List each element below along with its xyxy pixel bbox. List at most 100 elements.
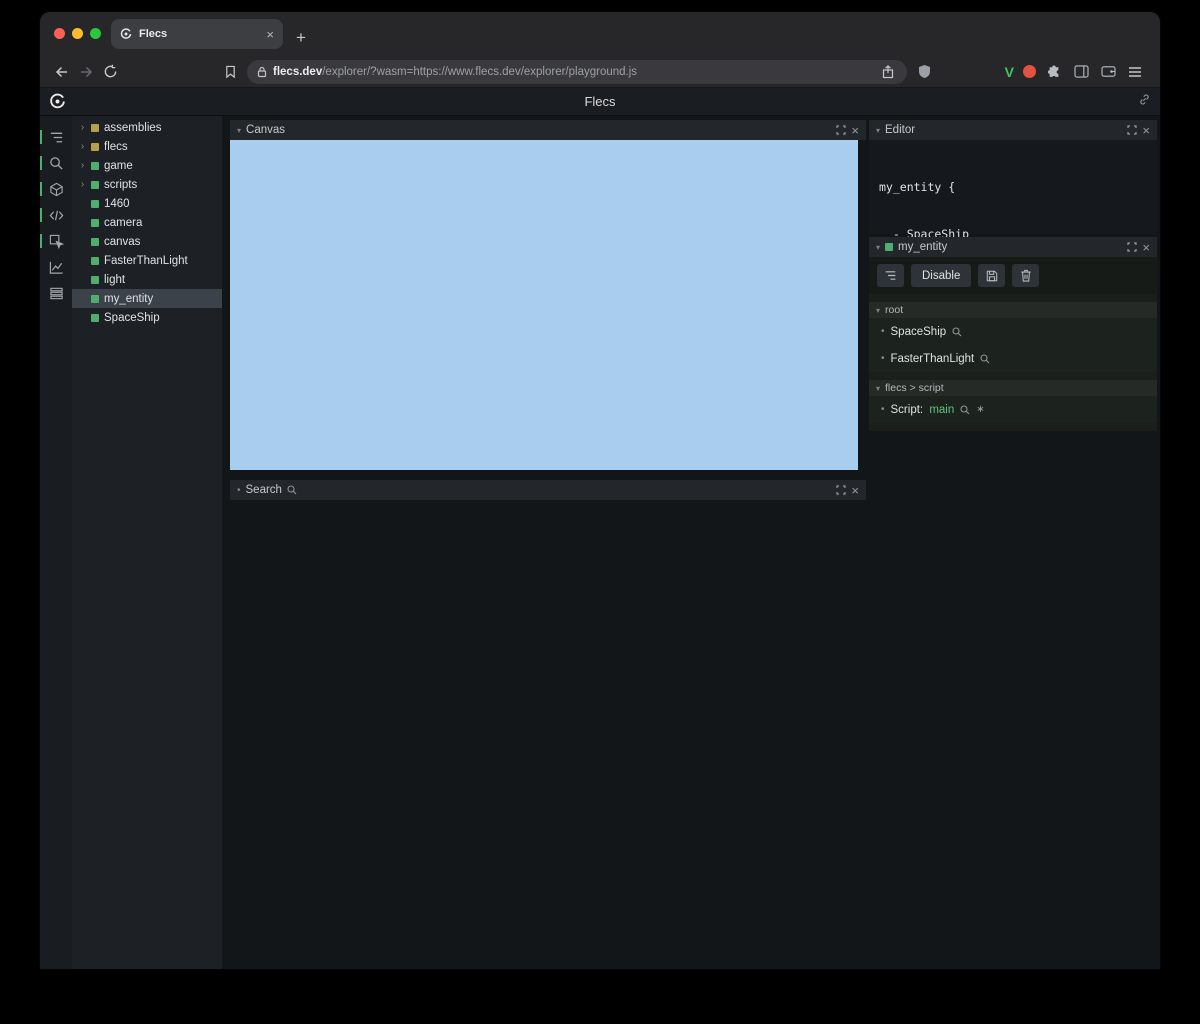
chevron-right-icon[interactable]: ›	[79, 179, 86, 190]
tree-item-spaceship[interactable]: SpaceShip	[72, 308, 222, 327]
page-title: Flecs	[584, 94, 616, 109]
search-icon[interactable]	[980, 353, 990, 364]
search-icon[interactable]	[952, 326, 962, 337]
search-panel: • Search ×	[230, 480, 866, 500]
tab-close-icon[interactable]: ×	[266, 28, 274, 41]
forward-button[interactable]	[74, 60, 98, 84]
bookmark-sidebar-icon[interactable]	[218, 60, 242, 84]
bullet-icon: •	[881, 404, 885, 415]
expand-icon[interactable]	[1127, 125, 1138, 135]
component-row-script-main[interactable]: • Script: main ∗	[869, 396, 1157, 423]
rail-code-button[interactable]	[40, 202, 72, 228]
rail-outline-tree-button[interactable]	[40, 124, 72, 150]
tree-item-label: 1460	[104, 197, 130, 210]
canvas-panel: ▾ Canvas ×	[230, 120, 866, 470]
tree-item-1460[interactable]: 1460	[72, 194, 222, 213]
url-text: flecs.dev/explorer/?wasm=https://www.fle…	[273, 66, 873, 78]
app-header: Flecs	[40, 88, 1160, 116]
component-label-prefix: Script:	[890, 403, 927, 416]
rail-queries-button[interactable]	[40, 280, 72, 306]
tree-item-fasterthanlight[interactable]: FasterThanLight	[72, 251, 222, 270]
tree-item-my-entity[interactable]: my_entity	[72, 289, 222, 308]
rail-search-button[interactable]	[40, 150, 72, 176]
entity-square-icon	[91, 199, 99, 208]
entity-square-icon	[91, 313, 99, 322]
expand-icon[interactable]	[836, 485, 847, 495]
zoom-window-button[interactable]	[90, 28, 101, 39]
red-extension-icon[interactable]	[1023, 65, 1036, 78]
menu-icon[interactable]	[1126, 60, 1144, 84]
tree-item-label: FasterThanLight	[104, 254, 188, 267]
bullet-icon: •	[237, 484, 241, 496]
close-window-button[interactable]	[54, 28, 65, 39]
chevron-down-icon[interactable]: ▾	[237, 126, 241, 135]
expand-icon[interactable]	[836, 125, 847, 135]
component-row-fasterthanlight[interactable]: • FasterThanLight	[869, 345, 1157, 372]
close-icon[interactable]: ×	[1142, 124, 1150, 137]
share-link-icon[interactable]	[1138, 93, 1151, 111]
extensions-puzzle-icon[interactable]	[1045, 60, 1063, 84]
entity-square-icon	[91, 180, 99, 189]
side-panel-icon[interactable]	[1072, 60, 1090, 84]
lock-icon	[257, 66, 267, 78]
section-header-flecs-script[interactable]: ▾ flecs > script	[869, 380, 1157, 396]
entity-square-icon	[91, 161, 99, 170]
tree-item-assemblies[interactable]: › assemblies	[72, 118, 222, 137]
wallet-icon[interactable]	[1099, 60, 1117, 84]
url-path: /explorer/?wasm=https://www.flecs.dev/ex…	[322, 65, 638, 78]
tree-item-camera[interactable]: camera	[72, 213, 222, 232]
chevron-right-icon[interactable]: ›	[79, 160, 86, 171]
browser-tab-flecs[interactable]: Flecs ×	[111, 19, 283, 49]
tree-item-label: SpaceShip	[104, 311, 160, 324]
active-indicator	[40, 182, 42, 196]
rail-inspect-button[interactable]	[40, 228, 72, 254]
tree-item-label: scripts	[104, 178, 138, 191]
search-icon[interactable]	[960, 404, 970, 415]
script-editor[interactable]: my_entity { - SpaceShip - FasterThanLigh…	[869, 140, 1157, 334]
expand-icon[interactable]	[1127, 242, 1138, 252]
rail-entities-button[interactable]	[40, 176, 72, 202]
share-icon[interactable]	[879, 60, 897, 84]
tree-item-canvas[interactable]: canvas	[72, 232, 222, 251]
back-button[interactable]	[50, 60, 74, 84]
reload-button[interactable]	[98, 60, 122, 84]
disable-button[interactable]: Disable	[911, 264, 972, 287]
tree-item-game[interactable]: › game	[72, 156, 222, 175]
section-header-root[interactable]: ▾ root	[869, 302, 1157, 318]
search-panel-header[interactable]: • Search ×	[230, 480, 866, 500]
inspector-content: Disable ▾ root • SpaceShip • FasterThanL…	[869, 257, 1157, 431]
panel-title: Canvas	[246, 124, 286, 136]
rail-stats-button[interactable]	[40, 254, 72, 280]
tree-item-light[interactable]: light	[72, 270, 222, 289]
component-row-spaceship[interactable]: • SpaceShip	[869, 318, 1157, 345]
entity-square-icon	[885, 243, 894, 251]
component-label: SpaceShip	[890, 325, 947, 338]
component-label-value: main	[929, 403, 955, 416]
chevron-down-icon[interactable]: ▾	[876, 126, 880, 135]
close-icon[interactable]: ×	[851, 484, 859, 497]
new-tab-button[interactable]: +	[296, 28, 306, 48]
module-square-icon	[91, 142, 99, 151]
canvas-panel-header: ▾ Canvas ×	[230, 120, 866, 140]
vue-devtools-extension-icon[interactable]: V	[1005, 64, 1014, 80]
tree-item-label: camera	[104, 216, 143, 229]
render-canvas[interactable]	[230, 140, 858, 470]
chevron-down-icon[interactable]: ▾	[876, 243, 880, 252]
shield-icon[interactable]	[912, 60, 936, 84]
tree-item-flecs[interactable]: › flecs	[72, 137, 222, 156]
bullet-icon: •	[881, 353, 885, 364]
inspector-panel-header: ▾ my_entity ×	[869, 237, 1157, 257]
close-icon[interactable]: ×	[1142, 241, 1150, 254]
delete-button[interactable]	[1012, 264, 1040, 287]
address-bar[interactable]: flecs.dev/explorer/?wasm=https://www.fle…	[247, 59, 907, 84]
close-icon[interactable]: ×	[851, 124, 859, 137]
chevron-right-icon[interactable]: ›	[79, 122, 86, 133]
save-button[interactable]	[978, 264, 1006, 287]
minimize-window-button[interactable]	[72, 28, 83, 39]
tree-item-scripts[interactable]: › scripts	[72, 175, 222, 194]
script-modified-icon: ∗	[976, 404, 985, 415]
chevron-right-icon[interactable]: ›	[79, 141, 86, 152]
url-host: flecs.dev	[273, 65, 323, 78]
chevron-down-icon: ▾	[876, 305, 881, 315]
tree-view-button[interactable]	[877, 264, 904, 287]
